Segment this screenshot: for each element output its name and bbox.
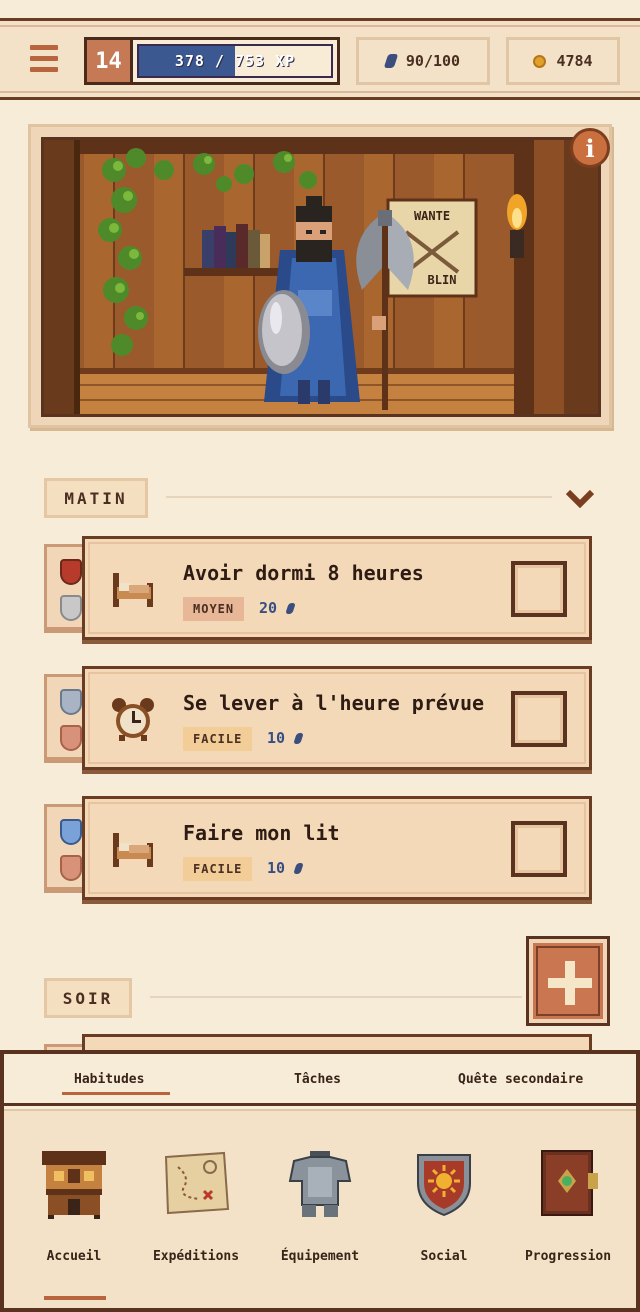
coin-icon bbox=[533, 54, 547, 68]
main-nav-panel: Accueil Expéditions Équipement Social Pr… bbox=[4, 1109, 636, 1308]
section-divider bbox=[166, 496, 552, 498]
habit-card-body[interactable]: Se lever à l'heure prévue FACILE 10 bbox=[82, 666, 592, 770]
wolf-shield-icon bbox=[60, 819, 82, 845]
sub-tab-bar: Habitudes Tâches Quête secondaire bbox=[4, 1054, 636, 1106]
hamburger-menu-icon[interactable] bbox=[30, 45, 58, 75]
nav-item-social[interactable]: Social bbox=[382, 1137, 506, 1267]
wolf-shield-icon bbox=[60, 689, 82, 715]
tavern-room-illustration: WANTE BLIN bbox=[44, 140, 598, 414]
habit-reward: 10 bbox=[267, 729, 304, 747]
habit-card: Avoir dormi 8 heures MOYEN 20 bbox=[44, 536, 594, 646]
nav-item-expeditions[interactable]: Expéditions bbox=[134, 1137, 258, 1267]
strength-shield-icon bbox=[60, 559, 82, 585]
svg-text:BLIN: BLIN bbox=[428, 273, 457, 287]
gem-icon bbox=[293, 732, 304, 744]
top-bar: 14 378 / 753 XP 90/100 4784 bbox=[0, 18, 640, 100]
gems-value: 90/100 bbox=[405, 52, 461, 70]
wolf-shield-icon bbox=[60, 595, 82, 621]
active-nav-indicator bbox=[44, 1296, 106, 1300]
nav-label: Équipement bbox=[280, 1249, 360, 1264]
tab-side-quest[interactable]: Quête secondaire bbox=[458, 1072, 583, 1087]
habit-card-body[interactable]: Avoir dormi 8 heures MOYEN 20 bbox=[82, 536, 592, 640]
habit-reward: 20 bbox=[259, 599, 296, 617]
character-scene[interactable]: WANTE BLIN bbox=[41, 137, 601, 417]
habit-title: Avoir dormi 8 heures bbox=[183, 561, 424, 585]
habit-card: Se lever à l'heure prévue FACILE 10 bbox=[44, 666, 594, 776]
info-icon[interactable]: i bbox=[570, 128, 610, 168]
xp-panel: 14 378 / 753 XP bbox=[84, 37, 340, 85]
nav-item-equipment[interactable]: Équipement bbox=[258, 1137, 382, 1267]
habit-checkbox[interactable] bbox=[511, 691, 567, 747]
habit-reward: 10 bbox=[267, 859, 304, 877]
strength-shield-icon bbox=[60, 855, 82, 881]
coins-value: 4784 bbox=[556, 52, 593, 70]
habit-title: Se lever à l'heure prévue bbox=[183, 691, 485, 715]
coins-counter[interactable]: 4784 bbox=[506, 37, 620, 85]
level-badge: 14 bbox=[87, 40, 133, 82]
difficulty-badge: FACILE bbox=[183, 727, 253, 751]
habit-checkbox[interactable] bbox=[511, 821, 567, 877]
nav-label: Accueil bbox=[46, 1249, 102, 1264]
xp-progress-bar: 378 / 753 XP bbox=[137, 44, 333, 78]
bed-icon bbox=[113, 833, 153, 867]
habit-checkbox[interactable] bbox=[511, 561, 567, 617]
gems-counter[interactable]: 90/100 bbox=[356, 37, 490, 85]
add-habit-button[interactable] bbox=[526, 936, 610, 1026]
tab-habits[interactable]: Habitudes bbox=[74, 1072, 144, 1087]
habit-card-body[interactable]: Faire mon lit FACILE 10 bbox=[82, 796, 592, 900]
reward-value: 10 bbox=[267, 859, 286, 877]
section-evening-label: SOIR bbox=[44, 978, 132, 1018]
nav-label: Progression bbox=[524, 1249, 612, 1264]
character-scene-frame: WANTE BLIN bbox=[28, 124, 612, 428]
section-morning-label: MATIN bbox=[44, 478, 148, 518]
armor-icon bbox=[288, 1151, 352, 1217]
alarm-clock-icon bbox=[112, 698, 154, 741]
shield-sun-icon bbox=[417, 1154, 471, 1217]
gem-icon bbox=[293, 862, 304, 874]
difficulty-badge: FACILE bbox=[183, 857, 253, 881]
nav-label: Social bbox=[420, 1249, 468, 1264]
habit-title: Faire mon lit bbox=[183, 821, 340, 845]
gem-icon bbox=[383, 54, 399, 68]
section-divider bbox=[150, 996, 522, 998]
strength-shield-icon bbox=[60, 725, 82, 751]
tab-tasks[interactable]: Tâches bbox=[294, 1072, 341, 1087]
habit-card: Faire mon lit FACILE 10 bbox=[44, 796, 594, 906]
active-tab-indicator bbox=[62, 1092, 170, 1095]
nav-item-progression[interactable]: Progression bbox=[506, 1137, 630, 1267]
nav-label: Expéditions bbox=[152, 1249, 240, 1264]
reward-value: 10 bbox=[267, 729, 286, 747]
gem-icon bbox=[285, 602, 296, 614]
bed-icon bbox=[113, 573, 153, 607]
house-icon bbox=[42, 1151, 106, 1219]
xp-text: 378 / 753 XP bbox=[174, 52, 296, 70]
nav-item-home[interactable]: Accueil bbox=[12, 1137, 136, 1267]
reward-value: 20 bbox=[259, 599, 278, 617]
treasure-map-icon bbox=[164, 1151, 230, 1215]
chevron-down-icon[interactable] bbox=[566, 488, 594, 508]
spellbook-icon bbox=[541, 1150, 598, 1216]
difficulty-badge: MOYEN bbox=[183, 597, 245, 621]
bottom-navigation: Habitudes Tâches Quête secondaire Accuei… bbox=[0, 1050, 640, 1312]
svg-text:WANTE: WANTE bbox=[414, 209, 450, 223]
